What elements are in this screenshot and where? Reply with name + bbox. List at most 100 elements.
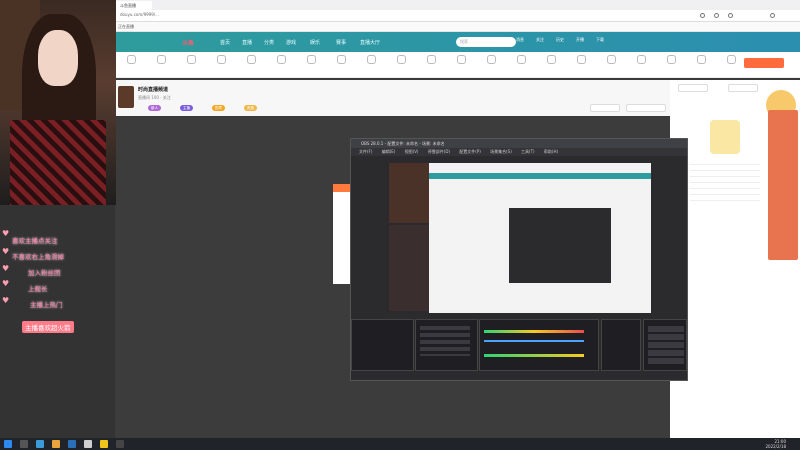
obs-preview[interactable] [387, 163, 653, 313]
category-item[interactable] [540, 55, 562, 66]
obs-taskbar-icon[interactable] [116, 440, 124, 448]
scenes-panel[interactable] [351, 319, 414, 371]
category-item[interactable] [270, 55, 292, 66]
category-item[interactable] [480, 55, 502, 66]
obs-window[interactable]: OBS 28.0.1 - 配置文件: 未命名 - 场景: 未命名 文件(F) 编… [350, 138, 688, 381]
category-item[interactable] [390, 55, 412, 66]
bookmarks-bar: 正在直播 [110, 22, 800, 32]
address-bar[interactable]: douyu.com/9999/... [110, 10, 800, 22]
favorites-icon[interactable] [714, 13, 719, 18]
app-icon[interactable] [52, 440, 60, 448]
app-icon[interactable] [100, 440, 108, 448]
studio-mode-button[interactable] [648, 342, 684, 348]
room-badge[interactable]: 勋章 [212, 105, 225, 111]
nav-item[interactable]: 直播 [242, 39, 252, 46]
category-item[interactable] [120, 55, 142, 66]
audio-meter [484, 330, 584, 333]
category-item[interactable] [630, 55, 652, 66]
nav-item[interactable]: 首页 [220, 39, 230, 46]
message-icon[interactable]: 消息 [510, 37, 530, 43]
category-item[interactable] [180, 55, 202, 66]
exit-button[interactable] [648, 358, 684, 364]
category-item[interactable] [570, 55, 592, 66]
room-badge[interactable]: 主播 [180, 105, 193, 111]
category-item[interactable] [300, 55, 322, 66]
obs-menu-item[interactable]: 编辑(E) [382, 149, 396, 154]
nav-item[interactable]: 娱乐 [310, 39, 320, 46]
category-icon [456, 55, 466, 64]
category-item[interactable] [450, 55, 472, 66]
category-item[interactable] [690, 55, 712, 66]
app-icon[interactable] [84, 440, 92, 448]
follow-button[interactable] [590, 104, 620, 112]
category-icon [156, 55, 166, 64]
panel-button[interactable] [728, 84, 758, 92]
category-icon [366, 55, 376, 64]
site-logo[interactable]: 斗鱼 [182, 38, 194, 47]
start-recording-button[interactable] [648, 334, 684, 340]
category-item[interactable] [420, 55, 442, 66]
site-header: 斗鱼 首页 直播 分类 游戏 娱乐 赛事 直播大厅 搜索 消息 关注 历史 开播… [110, 32, 800, 52]
category-item[interactable] [660, 55, 682, 66]
category-icon [246, 55, 256, 64]
obs-menu-item[interactable]: 视图(V) [405, 149, 419, 154]
profile-icon[interactable] [728, 13, 733, 18]
volume-slider[interactable] [484, 340, 584, 342]
event-banner[interactable] [768, 110, 798, 260]
room-badge[interactable]: 贵族 [244, 105, 257, 111]
obs-status-bar [351, 373, 687, 380]
search-icon[interactable] [20, 440, 28, 448]
search-input[interactable]: 搜索 [456, 37, 516, 47]
obs-menu-item[interactable]: 停靠部件(D) [428, 149, 450, 154]
sources-panel[interactable] [415, 319, 478, 371]
start-icon[interactable] [4, 440, 12, 448]
start-streaming-button[interactable] [648, 326, 684, 332]
bookmark-item[interactable]: 正在直播 [118, 24, 134, 30]
obs-menu-item[interactable]: 配置文件(P) [459, 149, 481, 154]
category-item[interactable] [720, 55, 742, 66]
room-badge[interactable]: 新人 [148, 105, 161, 111]
nav-item[interactable]: 赛事 [336, 39, 346, 46]
app-icon[interactable] [68, 440, 76, 448]
download-icon[interactable]: 下载 [590, 37, 610, 43]
follow-icon[interactable]: 关注 [530, 37, 550, 43]
nav-item[interactable]: 游戏 [286, 39, 296, 46]
category-icon [426, 55, 436, 64]
category-item[interactable] [330, 55, 352, 66]
browser-tab[interactable]: 斗鱼直播 [116, 1, 152, 10]
webcam-jacket [10, 120, 106, 205]
obs-menu-item[interactable]: 场景集合(S) [490, 149, 512, 154]
clock[interactable]: 21:00 2022/2/18 [765, 439, 786, 449]
broadcast-icon[interactable]: 开播 [570, 37, 590, 43]
settings-button[interactable] [648, 350, 684, 356]
obs-menu-item[interactable]: 帮助(H) [544, 149, 558, 154]
taskbar: 21:00 2022/2/18 [0, 438, 800, 450]
nav-item[interactable]: 直播大厅 [360, 39, 380, 46]
chat-message: 不喜欢右上角滑掉 [12, 253, 64, 261]
history-icon[interactable]: 历史 [550, 37, 570, 43]
app-icon[interactable] [36, 440, 44, 448]
share-button[interactable] [626, 104, 666, 112]
obs-menu-item[interactable]: 文件(F) [359, 149, 372, 154]
obs-menu-item[interactable]: 工具(T) [521, 149, 535, 154]
room-subtitle: 直播间 100 · 关注 [138, 95, 171, 100]
category-item[interactable] [210, 55, 232, 66]
preview-chat [389, 225, 429, 311]
panel-button[interactable] [678, 84, 708, 92]
category-icon [726, 55, 736, 64]
clock-date: 2022/2/18 [765, 444, 786, 449]
extension-icon[interactable] [700, 13, 705, 18]
heart-icon: ♥ [2, 279, 10, 288]
transitions-panel[interactable] [601, 319, 641, 371]
category-item[interactable] [240, 55, 262, 66]
category-item[interactable] [510, 55, 532, 66]
menu-icon[interactable] [770, 13, 775, 18]
category-item[interactable] [600, 55, 622, 66]
nav-item[interactable]: 分类 [264, 39, 274, 46]
category-item[interactable] [150, 55, 172, 66]
category-icon [126, 55, 136, 64]
audio-mixer-panel[interactable] [479, 319, 599, 371]
category-item[interactable] [360, 55, 382, 66]
promo-button[interactable] [744, 58, 784, 68]
avatar[interactable] [118, 86, 134, 108]
